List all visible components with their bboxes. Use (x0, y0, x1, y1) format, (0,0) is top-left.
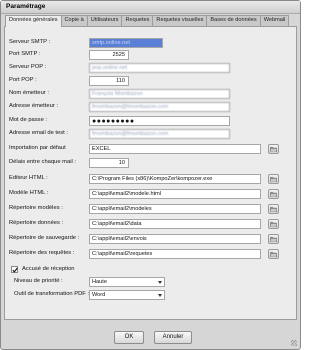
row-editeur-html: Editeur HTML : C:\Program Files (x86)\Ko… (5, 174, 298, 184)
repertoire-donnees-input[interactable]: C:\appli\email2\data (89, 219, 261, 229)
row-serveur-pop: Serveur POP : pop.online.net (5, 63, 298, 73)
repertoire-sauvegarde-input[interactable]: C:\appli\email2\envois (89, 234, 261, 244)
repertoire-donnees-label: Répertoire données : (9, 220, 64, 226)
folder-icon (270, 176, 277, 182)
nom-emetteur-label: Nom émetteur : (9, 90, 49, 96)
folder-icon (270, 146, 277, 152)
folder-icon (270, 236, 277, 242)
repertoire-modeles-input[interactable]: C:\appli\email2\modeles (89, 204, 261, 214)
delais-label: Délais entre chaque mail : (9, 159, 77, 165)
row-modele-html: Modèle HTML : C:\appli\email2\modele.htm… (5, 189, 298, 199)
row-port-pop: Port POP : 110 (5, 76, 298, 86)
serveur-pop-label: Serveur POP : (9, 64, 47, 70)
folder-icon (270, 206, 277, 212)
editeur-html-input[interactable]: C:\Program Files (x86)\KompoZer\kompozer… (89, 174, 261, 184)
row-repertoire-modeles: Répertoire modèles : C:\appli\email2\mod… (5, 204, 298, 214)
tab-copie-a[interactable]: Copie à (60, 15, 88, 26)
tab-requetes[interactable]: Requetes (121, 15, 154, 26)
adresse-test-label: Adresse email de test : (9, 130, 68, 136)
modele-html-input[interactable]: C:\appli\email2\modele.html (89, 189, 261, 199)
row-nom-emetteur: Nom émetteur : François Mombazon (5, 89, 298, 99)
browse-button[interactable] (268, 219, 279, 229)
browse-button[interactable] (268, 189, 279, 199)
ok-button[interactable]: OK (114, 331, 144, 344)
chevron-down-icon (158, 281, 162, 284)
outil-pdf-value: Word (92, 292, 106, 298)
browse-button[interactable] (268, 234, 279, 244)
row-mot-de-passe: Mot de passe : ●●●●●●●●● (5, 116, 298, 126)
accuse-reception-checkbox[interactable] (11, 266, 18, 273)
repertoire-requetes-input[interactable]: C:\appli\email2\requetes (89, 249, 261, 259)
port-smtp-input[interactable]: 2525 (89, 50, 129, 60)
row-adresse-test: Adresse email de test : fmombazon@fmomba… (5, 129, 298, 139)
adresse-emetteur-input[interactable]: fmombazon@fmombazon.com (89, 102, 230, 112)
chevron-down-icon (158, 294, 162, 297)
importation-label: Importation par défaut (9, 145, 66, 151)
row-accuse-reception: Accusé de réception (5, 265, 298, 275)
port-pop-label: Port POP : (9, 77, 37, 83)
browse-button[interactable] (268, 174, 279, 184)
password-input[interactable]: ●●●●●●●●● (89, 116, 230, 126)
settings-dialog: Paramétrage Données générales Copie à Ut… (0, 0, 301, 350)
tab-bases-de-donnees[interactable]: Bases de données (206, 15, 261, 26)
row-repertoire-sauvegarde: Répertoire de sauvegarde : C:\appli\emai… (5, 234, 298, 244)
mot-de-passe-label: Mot de passe : (9, 117, 48, 123)
window-title: Paramétrage (6, 3, 46, 10)
importation-input[interactable]: EXCEL (89, 144, 261, 154)
folder-icon (270, 221, 277, 227)
tab-utilisateurs[interactable]: Utilisateurs (86, 15, 123, 26)
adresse-emetteur-label: Adresse émetteur : (9, 103, 58, 109)
serveur-pop-input[interactable]: pop.online.net (89, 63, 230, 73)
resize-grip[interactable] (291, 340, 297, 346)
row-port-smtp: Port SMTP : 2525 (5, 50, 298, 60)
tab-webmail[interactable]: Webmail (259, 15, 290, 26)
row-outil-pdf: Outil de transformation PDF : Word (5, 290, 298, 300)
tab-donnees-generales[interactable]: Données générales (5, 15, 62, 27)
row-adresse-emetteur: Adresse émetteur : fmombazon@fmombazon.c… (5, 102, 298, 112)
serveur-smtp-input[interactable]: smtp.online.net (89, 38, 163, 48)
editeur-html-label: Editeur HTML : (9, 175, 48, 181)
row-serveur-smtp: Serveur SMTP : smtp.online.net (5, 38, 298, 48)
delais-input[interactable]: 10 (89, 158, 129, 168)
repertoire-modeles-label: Répertoire modèles : (9, 205, 63, 211)
title-bar[interactable]: Paramétrage (1, 1, 300, 14)
priorite-select[interactable]: Haute (89, 277, 165, 287)
tab-bar: Données générales Copie à Utilisateurs R… (5, 15, 290, 27)
port-smtp-label: Port SMTP : (9, 51, 41, 57)
row-niveau-priorite: Niveau de priorité : Haute (5, 277, 298, 287)
repertoire-sauvegarde-label: Répertoire de sauvegarde : (9, 235, 80, 241)
outil-pdf-select[interactable]: Word (89, 290, 165, 300)
repertoire-requetes-label: Répertoire des requêtes : (9, 250, 75, 256)
accuse-reception-label: Accusé de réception (22, 266, 75, 272)
browse-button[interactable] (268, 249, 279, 259)
outil-pdf-label: Outil de transformation PDF : (14, 291, 90, 297)
folder-icon (270, 191, 277, 197)
adresse-test-input[interactable]: fmombazon@fmombazon.com (89, 129, 230, 139)
serveur-smtp-label: Serveur SMTP : (9, 39, 51, 45)
row-repertoire-donnees: Répertoire données : C:\appli\email2\dat… (5, 219, 298, 229)
browse-button[interactable] (268, 144, 279, 154)
port-pop-input[interactable]: 110 (89, 76, 129, 86)
modele-html-label: Modèle HTML : (9, 190, 49, 196)
row-repertoire-requetes: Répertoire des requêtes : C:\appli\email… (5, 249, 298, 259)
niveau-priorite-label: Niveau de priorité : (14, 278, 63, 284)
checkmark-icon (12, 267, 18, 273)
row-delais: Délais entre chaque mail : 10 (5, 158, 298, 168)
browse-button[interactable] (268, 204, 279, 214)
row-importation: Importation par défaut EXCEL (5, 144, 298, 154)
priorite-value: Haute (92, 279, 107, 285)
nom-emetteur-input[interactable]: François Mombazon (89, 89, 230, 99)
general-settings-panel: Serveur SMTP : smtp.online.net Port SMTP… (4, 26, 297, 320)
folder-icon (270, 251, 277, 257)
cancel-button[interactable]: Annuler (154, 331, 192, 344)
tab-requetes-visuelles[interactable]: Requetes visuelles (152, 15, 208, 26)
